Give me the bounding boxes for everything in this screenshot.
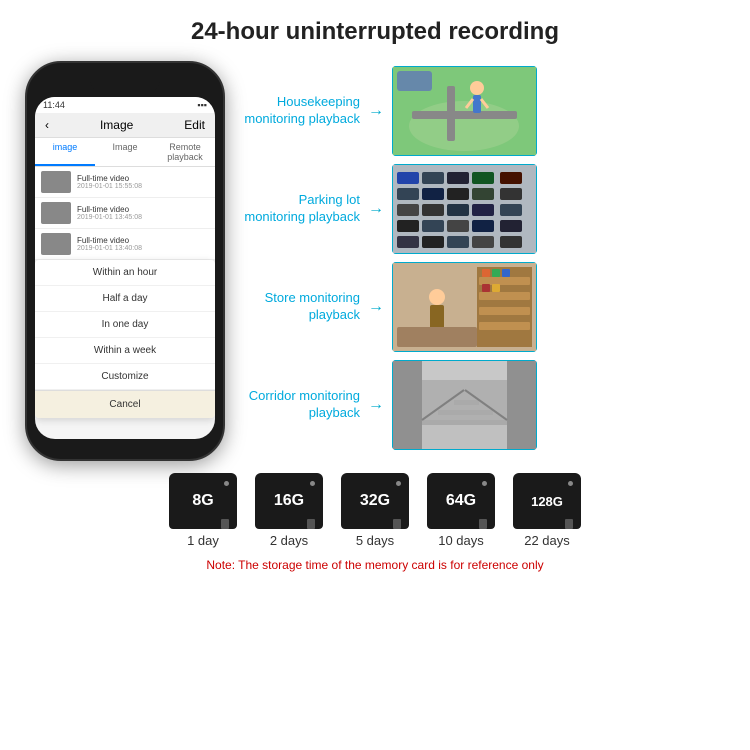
storage-card-64g: 64G 10 days [427, 473, 495, 548]
monitoring-label-corridor: Corridor monitoringplayback [240, 388, 360, 422]
main-content: 11:44 ▪▪▪ ‹ Image Edit image Image Remot… [0, 61, 750, 461]
sd-card-dot-128g [568, 481, 573, 486]
arrow-store: → [368, 298, 384, 316]
phone-item-title-3: Full-time video [77, 236, 142, 245]
monitoring-label-store: Store monitoringplayback [240, 290, 360, 324]
sd-card-label-32g: 32G [360, 492, 390, 510]
storage-days-8g: 1 day [187, 533, 219, 548]
right-panel: Housekeepingmonitoring playback → [240, 61, 730, 461]
phone-list-item-2: Full-time video 2019-01-01 13:45:08 [35, 198, 215, 229]
phone-dropdown-cancel[interactable]: Cancel [35, 390, 215, 418]
storage-days-16g: 2 days [270, 533, 308, 548]
phone-screen: 11:44 ▪▪▪ ‹ Image Edit image Image Remot… [35, 97, 215, 439]
phone-tabs: image Image Remote playback [35, 138, 215, 167]
storage-section: 8G 1 day 16G 2 days 32G 5 days 64G 10 da… [0, 473, 750, 572]
sd-card-128g: 128G [513, 473, 581, 529]
sd-card-8g: 8G [169, 473, 237, 529]
phone-item-title-2: Full-time video [77, 205, 142, 214]
arrow-corridor: → [368, 396, 384, 414]
sd-card-16g: 16G [255, 473, 323, 529]
storage-days-128g: 22 days [524, 533, 570, 548]
phone-back-icon[interactable]: ‹ [45, 118, 49, 132]
phone-item-time-1: 2019-01-01 15:55:08 [77, 183, 142, 190]
phone-thumb-1 [41, 171, 71, 193]
page-title: 24-hour uninterrupted recording [0, 0, 750, 56]
phone-icons: ▪▪▪ [197, 100, 207, 110]
phone-item-title-1: Full-time video [77, 174, 142, 183]
storage-card-128g: 128G 22 days [513, 473, 581, 548]
monitoring-store: Store monitoringplayback → [240, 262, 730, 352]
phone-list-item-3: Full-time video 2019-01-01 13:40:08 [35, 229, 215, 260]
storage-days-32g: 5 days [356, 533, 394, 548]
phone-dropdown-customize[interactable]: Customize [35, 364, 215, 390]
phone-app-header: ‹ Image Edit [35, 113, 215, 138]
phone-tab-remote[interactable]: Remote playback [155, 138, 215, 166]
monitoring-corridor: Corridor monitoringplayback → [240, 360, 730, 450]
phone-list-item-1: Full-time video 2019-01-01 15:55:08 [35, 167, 215, 198]
sd-card-label-16g: 16G [274, 492, 304, 510]
arrow-parking: → [368, 200, 384, 218]
phone-tab-image2[interactable]: Image [95, 138, 155, 166]
storage-card-32g: 32G 5 days [341, 473, 409, 548]
phone-status-bar: 11:44 ▪▪▪ [35, 97, 215, 113]
sd-card-dot-8g [224, 481, 229, 486]
monitoring-img-housekeeping [392, 66, 537, 156]
phone-edit-button[interactable]: Edit [184, 118, 205, 132]
phone-notch [90, 75, 160, 93]
phone-dropdown: Within an hour Half a day In one day Wit… [35, 260, 215, 418]
phone-time: 11:44 [43, 100, 65, 110]
sd-card-dot-64g [482, 481, 487, 486]
monitoring-housekeeping: Housekeepingmonitoring playback → [240, 66, 730, 156]
phone-item-time-3: 2019-01-01 13:40:08 [77, 245, 142, 252]
arrow-housekeeping: → [368, 102, 384, 120]
phone-item-time-2: 2019-01-01 13:45:08 [77, 214, 142, 221]
storage-note: Note: The storage time of the memory car… [206, 558, 543, 572]
phone-dropdown-oneday[interactable]: In one day [35, 312, 215, 338]
monitoring-img-corridor [392, 360, 537, 450]
sd-card-label-8g: 8G [192, 492, 213, 510]
sd-card-32g: 32G [341, 473, 409, 529]
sd-card-label-128g: 128G [531, 494, 563, 509]
sd-card-64g: 64G [427, 473, 495, 529]
phone-dropdown-week[interactable]: Within a week [35, 338, 215, 364]
sd-card-dot-32g [396, 481, 401, 486]
phone-tab-image[interactable]: image [35, 138, 95, 166]
phone-thumb-2 [41, 202, 71, 224]
phone-dropdown-hour[interactable]: Within an hour [35, 260, 215, 286]
sd-card-label-64g: 64G [446, 492, 476, 510]
phone-mockup: 11:44 ▪▪▪ ‹ Image Edit image Image Remot… [20, 61, 230, 461]
monitoring-parking: Parking lotmonitoring playback → [240, 164, 730, 254]
phone-dropdown-halfday[interactable]: Half a day [35, 286, 215, 312]
phone-device: 11:44 ▪▪▪ ‹ Image Edit image Image Remot… [25, 61, 225, 461]
storage-days-64g: 10 days [438, 533, 484, 548]
monitoring-label-parking: Parking lotmonitoring playback [240, 192, 360, 226]
monitoring-img-parking [392, 164, 537, 254]
phone-thumb-3 [41, 233, 71, 255]
storage-cards: 8G 1 day 16G 2 days 32G 5 days 64G 10 da… [169, 473, 581, 548]
storage-card-16g: 16G 2 days [255, 473, 323, 548]
sd-card-dot-16g [310, 481, 315, 486]
monitoring-label-housekeeping: Housekeepingmonitoring playback [240, 94, 360, 128]
phone-app-title: Image [100, 118, 133, 132]
storage-card-8g: 8G 1 day [169, 473, 237, 548]
monitoring-img-store [392, 262, 537, 352]
